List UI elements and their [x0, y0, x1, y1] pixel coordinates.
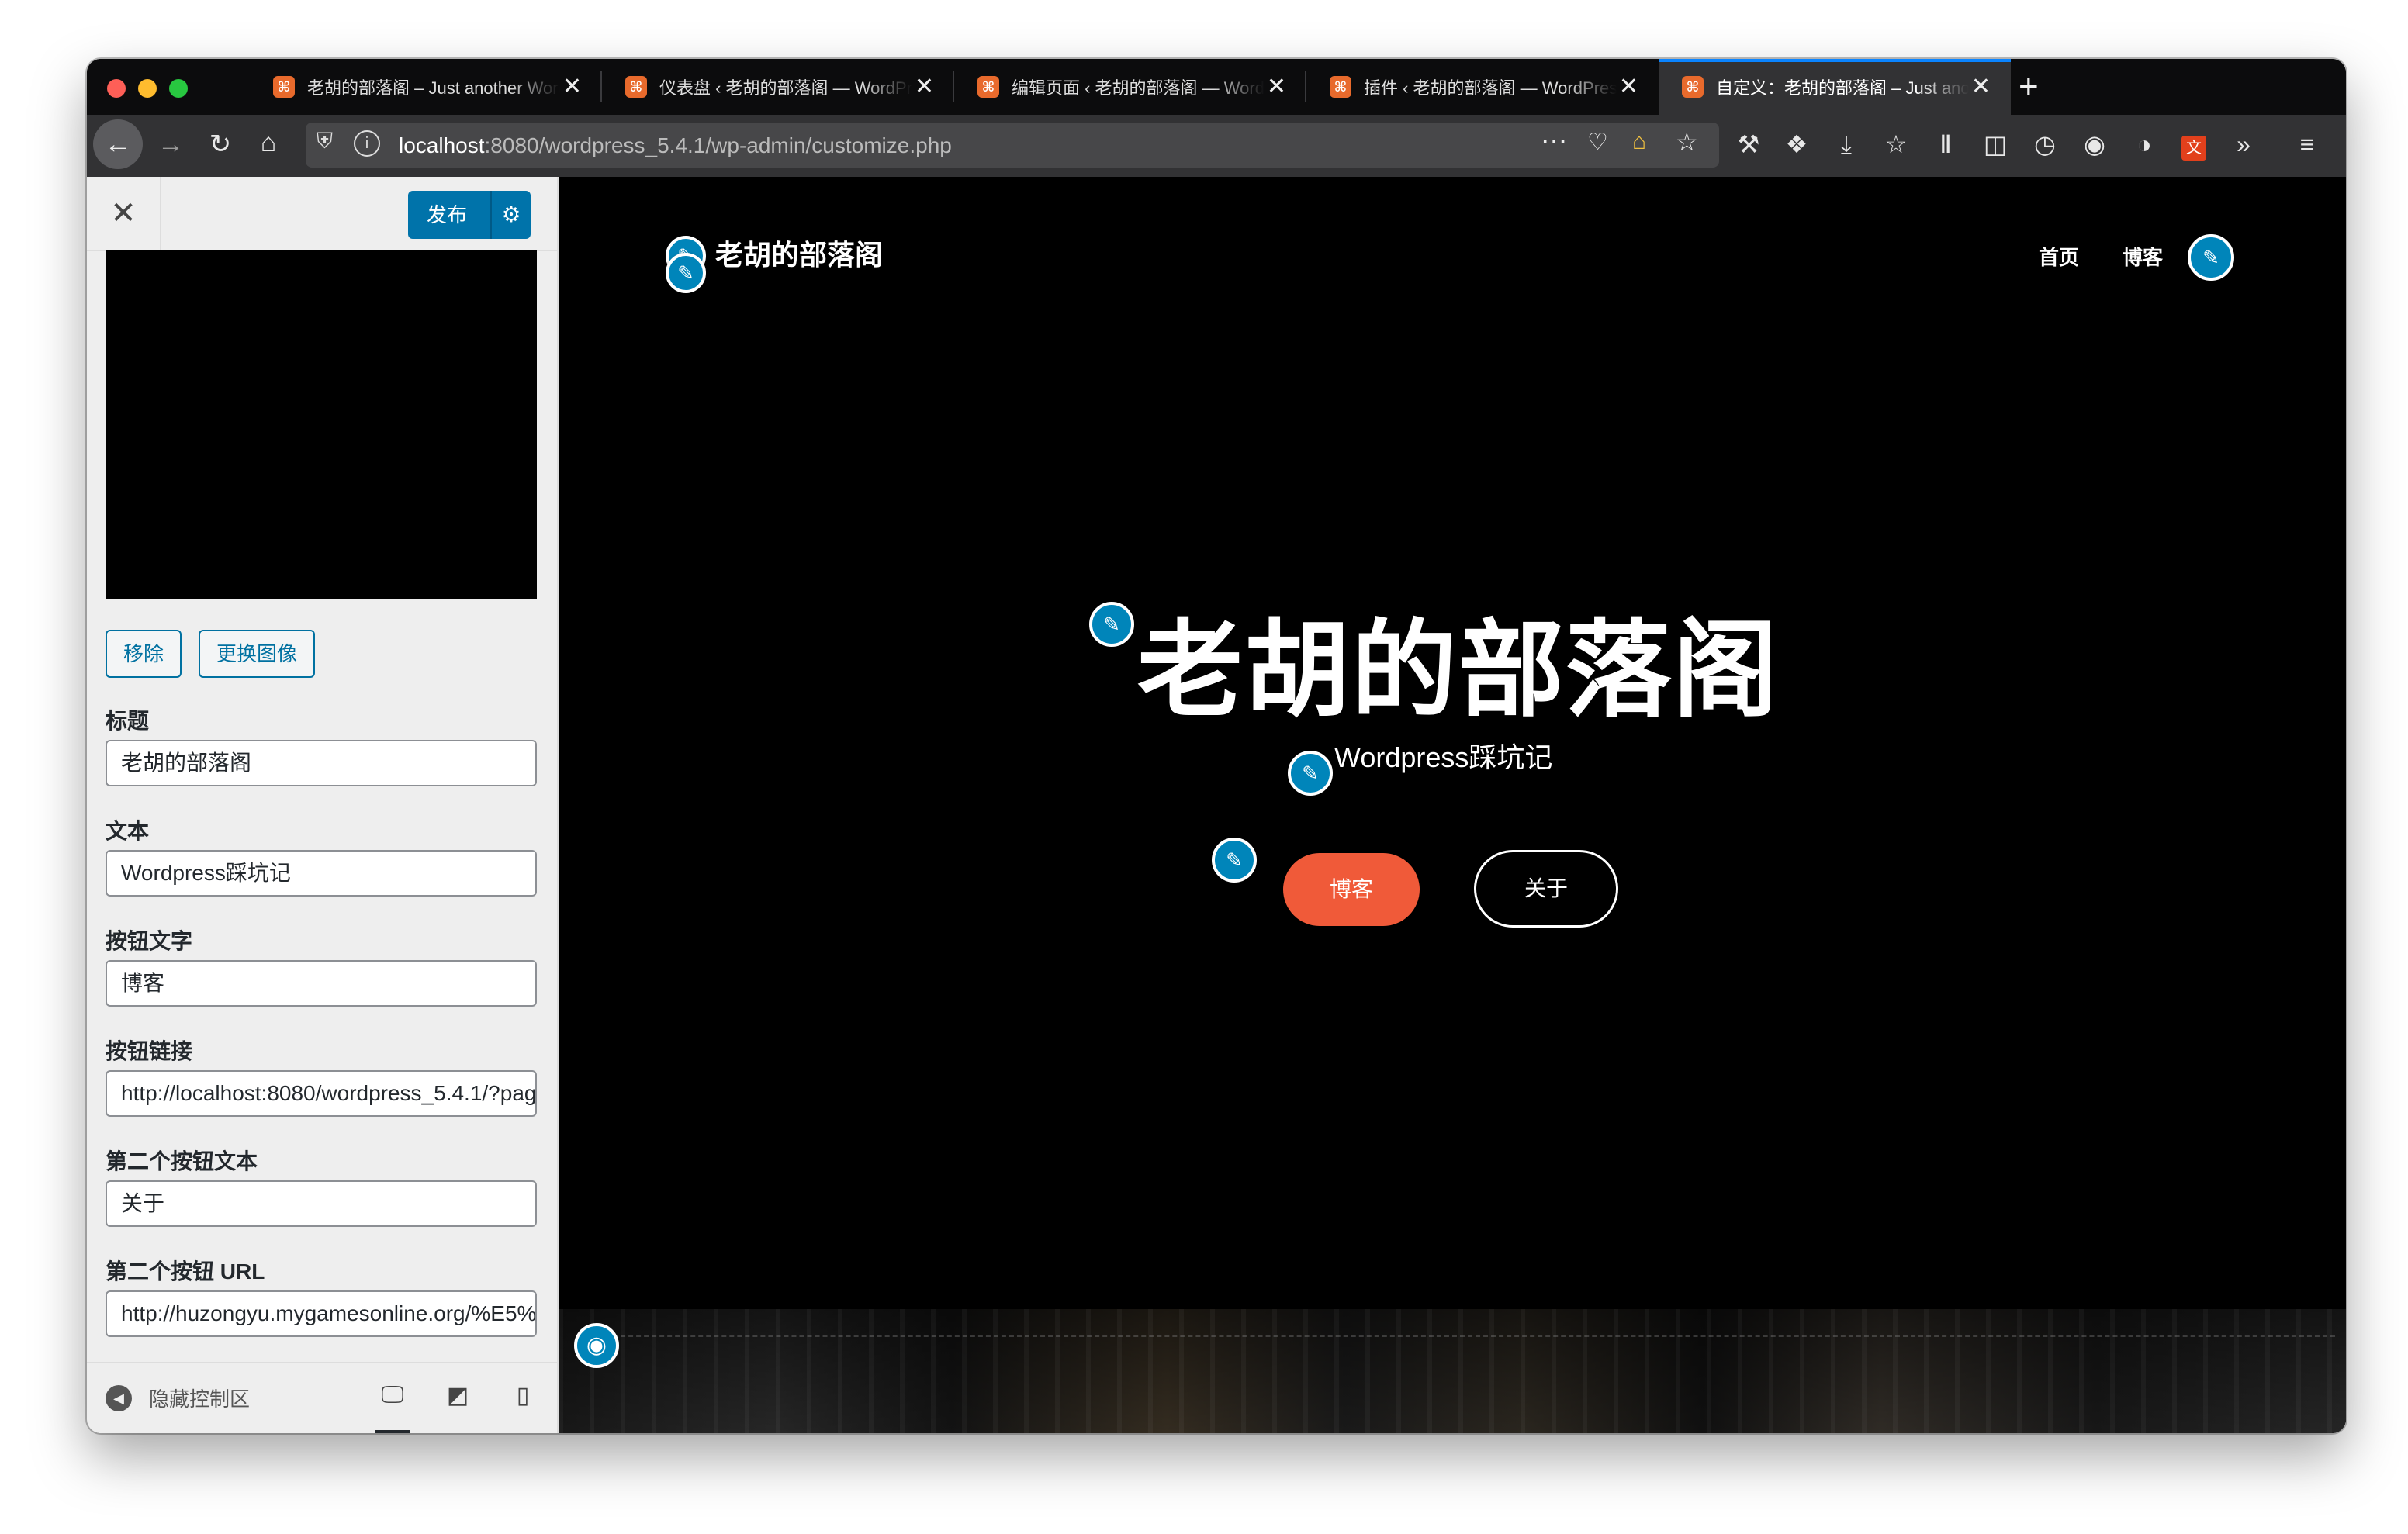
tracking-shield-icon[interactable]: ⛨ [317, 129, 333, 154]
new-tab-icon[interactable]: + [2019, 67, 2039, 107]
edit-hero-buttons-pencil-icon[interactable]: ✎ [1212, 838, 1257, 883]
hero-subtitle: Wordpress踩坑记 [1334, 741, 1553, 773]
pocket-icon[interactable]: ♡ [1587, 129, 1608, 156]
page-actions-icon[interactable]: ⋯ [1541, 126, 1567, 157]
hero-about-button[interactable]: 关于 [1474, 850, 1618, 928]
browser-tab[interactable]: ⌘ 插件 ‹ 老胡的部落阁 — WordPress ✕ [1306, 59, 1659, 115]
url-text[interactable]: localhost:8080/wordpress_5.4.1/wp-admin/… [399, 133, 952, 158]
home-extension-icon[interactable]: ⌂ [1632, 129, 1646, 155]
hero-title: 老胡的部落阁 [1137, 611, 1780, 729]
hero-blog-button[interactable]: 博客 [1283, 853, 1420, 926]
account-icon[interactable]: ◉ [2078, 129, 2112, 160]
button-text-input[interactable]: 博客 [106, 960, 537, 1007]
close-tab-icon[interactable]: ✕ [1971, 71, 1991, 102]
extensions-puzzle-icon[interactable]: ❖ [1780, 129, 1814, 160]
field-label-text: 文本 [106, 819, 150, 843]
hide-controls-button[interactable]: ◀ 隐藏控制区 [106, 1384, 250, 1412]
overflow-chevron-icon[interactable]: » [2226, 129, 2261, 160]
tab-title: 插件 ‹ 老胡的部落阁 — WordPress [1364, 78, 1617, 98]
bookmark-star-icon[interactable]: ☆ [1676, 127, 1698, 157]
close-tab-icon[interactable]: ✕ [562, 71, 582, 102]
change-image-button[interactable]: 更换图像 [199, 630, 315, 678]
bookmark-save-icon[interactable]: ☆ [1879, 129, 1913, 160]
publish-button[interactable]: 发布 ⚙ [408, 191, 531, 239]
tab-bar: ⌘ 老胡的部落阁 – Just another WordPress site ✕… [87, 59, 2346, 115]
remove-image-button[interactable]: 移除 [106, 630, 182, 678]
field-label-button-text: 按钮文字 [106, 929, 193, 953]
second-button-url-input[interactable]: http://huzongyu.mygamesonline.org/%E5%85… [106, 1290, 537, 1337]
close-customizer-icon[interactable]: ✕ [87, 177, 161, 250]
menu-item-blog[interactable]: 博客 [2123, 242, 2163, 271]
downloads-icon[interactable]: ⤓ [1829, 129, 1863, 160]
site-info-icon[interactable]: i [354, 130, 380, 157]
navigation-toolbar: ← → ↻ ⌂ ⛨ i localhost:8080/wordpress_5.4… [87, 115, 2346, 177]
customizer-footer: ◀ 隐藏控制区 🖵 ◩ ▯ [87, 1362, 557, 1433]
history-clock-icon[interactable]: ◷ [2028, 129, 2062, 160]
tab-title: 仪表盘 ‹ 老胡的部落阁 — WordPress [659, 78, 912, 98]
xampp-favicon-icon: ⌘ [1330, 76, 1351, 98]
library-icon[interactable]: Ⅱ [1929, 129, 1963, 160]
visibility-eye-icon[interactable]: ◉ [574, 1323, 619, 1368]
xampp-favicon-icon: ⌘ [1682, 76, 1704, 98]
field-label-second-button-text: 第二个按钮文本 [106, 1149, 258, 1173]
url-path: :8080/wordpress_5.4.1/wp-admin/customize… [484, 133, 952, 157]
title-input[interactable]: 老胡的部落阁 [106, 740, 537, 786]
customizer-panel: ✕ 发布 ⚙ 移除 更换图像 标题 老胡的部落阁 文本 Wordpress踩坑记… [87, 177, 559, 1433]
xampp-favicon-icon: ⌘ [273, 76, 295, 98]
customizer-header: ✕ 发布 ⚙ [87, 177, 557, 251]
second-button-text-input[interactable]: 关于 [106, 1180, 537, 1227]
menu-item-home[interactable]: 首页 [2039, 242, 2079, 271]
browser-tab[interactable]: ⌘ 编辑页面 ‹ 老胡的部落阁 — WordPress ✕ [954, 59, 1306, 115]
edit-menu-pencil-icon[interactable]: ✎ [2188, 234, 2234, 281]
mobile-preview-icon[interactable]: ▯ [506, 1382, 540, 1413]
background-image-preview [106, 250, 537, 599]
minimize-window-button[interactable] [138, 79, 157, 98]
hide-controls-label: 隐藏控制区 [149, 1387, 251, 1411]
menu-hamburger-icon[interactable]: ≡ [2290, 129, 2324, 160]
ghost-extension-icon[interactable]: ◑ [2127, 129, 2161, 160]
city-background-section: ◉ [559, 1309, 2346, 1433]
reload-icon[interactable]: ↻ [203, 129, 237, 160]
url-host: localhost [399, 133, 485, 157]
text-input[interactable]: Wordpress踩坑记 [106, 850, 537, 897]
close-tab-icon[interactable]: ✕ [1267, 71, 1286, 102]
edit-hero-subtitle-pencil-icon[interactable]: ✎ [1288, 751, 1333, 796]
field-label-title: 标题 [106, 709, 150, 733]
sidebar-icon[interactable]: ◫ [1978, 129, 2012, 160]
back-arrow-icon: ← [105, 130, 131, 159]
button-link-input[interactable]: http://localhost:8080/wordpress_5.4.1/?p… [106, 1070, 537, 1117]
browser-tab[interactable]: ⌘ 仪表盘 ‹ 老胡的部落阁 — WordPress ✕ [602, 59, 954, 115]
field-label-second-button-url: 第二个按钮 URL [106, 1259, 265, 1284]
collapse-arrow-icon: ◀ [106, 1384, 132, 1411]
close-window-button[interactable] [107, 79, 126, 98]
xampp-favicon-icon: ⌘ [977, 76, 999, 98]
publish-settings-gear-icon[interactable]: ⚙ [490, 191, 531, 239]
edit-site-title-pencil-icon[interactable]: ✎ [666, 253, 706, 293]
close-tab-icon[interactable]: ✕ [1619, 71, 1638, 102]
browser-tab[interactable]: ⌘ 老胡的部落阁 – Just another WordPress site ✕ [250, 59, 602, 115]
maximize-window-button[interactable] [169, 79, 188, 98]
publish-label: 发布 [427, 203, 468, 226]
browser-tab-active[interactable]: ⌘ 自定义：老胡的部落阁 – Just another WordPress si… [1659, 59, 2011, 115]
tablet-preview-icon[interactable]: ◩ [441, 1382, 475, 1413]
close-tab-icon[interactable]: ✕ [915, 71, 934, 102]
browser-window: ⌘ 老胡的部落阁 – Just another WordPress site ✕… [87, 59, 2346, 1433]
forward-arrow-icon[interactable]: → [154, 129, 188, 160]
site-preview: ✎ ✎ 老胡的部落阁 首页 博客 ✎ ✎ 老胡的部落阁 ✎ Wordpress踩… [559, 177, 2346, 1433]
site-title[interactable]: 老胡的部落阁 [715, 233, 883, 273]
tab-title: 编辑页面 ‹ 老胡的部落阁 — WordPress [1012, 78, 1265, 98]
translate-extension-icon[interactable]: 文 [2177, 129, 2211, 161]
section-divider [590, 1335, 2335, 1337]
xampp-favicon-icon: ⌘ [625, 76, 647, 98]
back-button[interactable]: ← [93, 119, 143, 169]
url-bar[interactable]: ⛨ i localhost:8080/wordpress_5.4.1/wp-ad… [306, 123, 1719, 168]
edit-hero-title-pencil-icon[interactable]: ✎ [1089, 602, 1134, 647]
desktop-preview-icon[interactable]: 🖵 [375, 1382, 410, 1433]
tab-title: 自定义：老胡的部落阁 – Just another WordPress site [1716, 78, 1969, 98]
home-icon[interactable]: ⌂ [251, 127, 285, 158]
tab-title: 老胡的部落阁 – Just another WordPress site [307, 78, 560, 98]
devtools-wrench-icon[interactable]: ⚒ [1732, 129, 1766, 160]
field-label-button-link: 按钮链接 [106, 1039, 193, 1063]
